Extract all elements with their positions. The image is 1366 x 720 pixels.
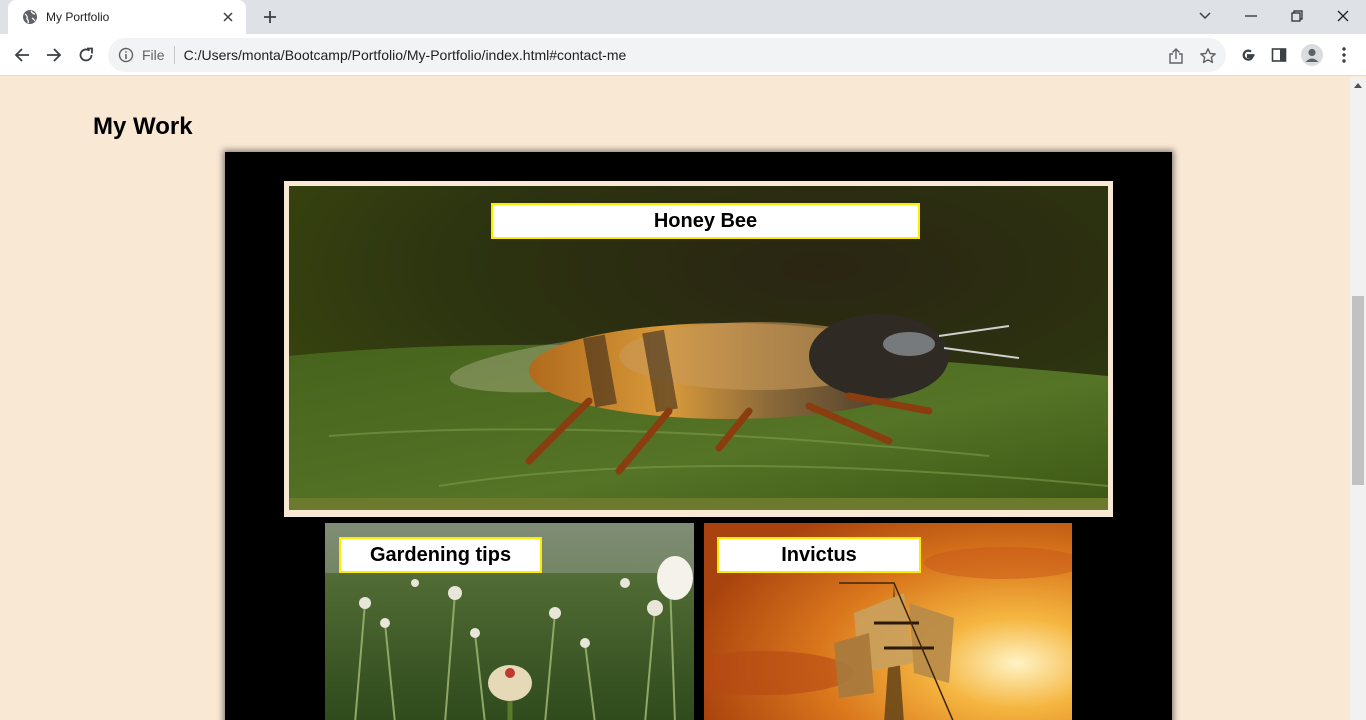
arrow-left-icon[interactable]: [6, 39, 38, 71]
omnibox-scheme: File: [142, 47, 165, 63]
tab-search-chevron-icon[interactable]: [1182, 0, 1228, 32]
side-panel-icon[interactable]: [1263, 39, 1295, 71]
project-label-honey-bee[interactable]: Honey Bee: [491, 203, 920, 239]
share-icon[interactable]: [1167, 47, 1185, 65]
arrow-right-icon[interactable]: [38, 39, 70, 71]
close-icon[interactable]: [220, 9, 236, 25]
section-title: My Work: [93, 113, 193, 140]
project-label-gardening-tips[interactable]: Gardening tips: [339, 537, 542, 573]
info-icon[interactable]: [118, 47, 134, 63]
globe-icon: [22, 9, 38, 25]
scroll-up-arrow-icon[interactable]: [1354, 83, 1362, 88]
restore-icon[interactable]: [1274, 0, 1320, 32]
plus-icon[interactable]: [258, 5, 282, 29]
star-icon[interactable]: [1199, 47, 1217, 65]
address-bar[interactable]: File C:/Users/monta/Bootcamp/Portfolio/M…: [108, 38, 1226, 72]
scrollbar-thumb[interactable]: [1352, 296, 1364, 485]
kebab-menu-icon[interactable]: [1328, 39, 1360, 71]
project-label-invictus[interactable]: Invictus: [717, 537, 921, 573]
google-icon[interactable]: [1232, 39, 1264, 71]
project-card-gardening-tips[interactable]: Gardening tips: [325, 523, 694, 720]
avatar-icon[interactable]: [1296, 39, 1328, 71]
project-card-honey-bee[interactable]: Honey Bee: [289, 186, 1108, 510]
browser-tab[interactable]: My Portfolio: [8, 0, 246, 34]
tab-title: My Portfolio: [46, 10, 110, 24]
work-gallery: Honey Bee Gardening tips Invictus: [225, 152, 1172, 720]
reload-icon[interactable]: [70, 39, 102, 71]
url-text[interactable]: C:/Users/monta/Bootcamp/Portfolio/My-Por…: [184, 47, 627, 63]
tab-strip: My Portfolio: [0, 0, 1366, 34]
minimize-icon[interactable]: [1228, 0, 1274, 32]
project-card-invictus[interactable]: Invictus: [704, 523, 1072, 720]
omnibox-separator: [173, 46, 175, 64]
page-scrollbar[interactable]: [1350, 77, 1366, 720]
browser-toolbar: File C:/Users/monta/Bootcamp/Portfolio/M…: [0, 34, 1366, 76]
close-window-icon[interactable]: [1320, 0, 1366, 32]
page-viewport: My Work Honey Bee Gardening tips Invictu…: [0, 77, 1350, 720]
